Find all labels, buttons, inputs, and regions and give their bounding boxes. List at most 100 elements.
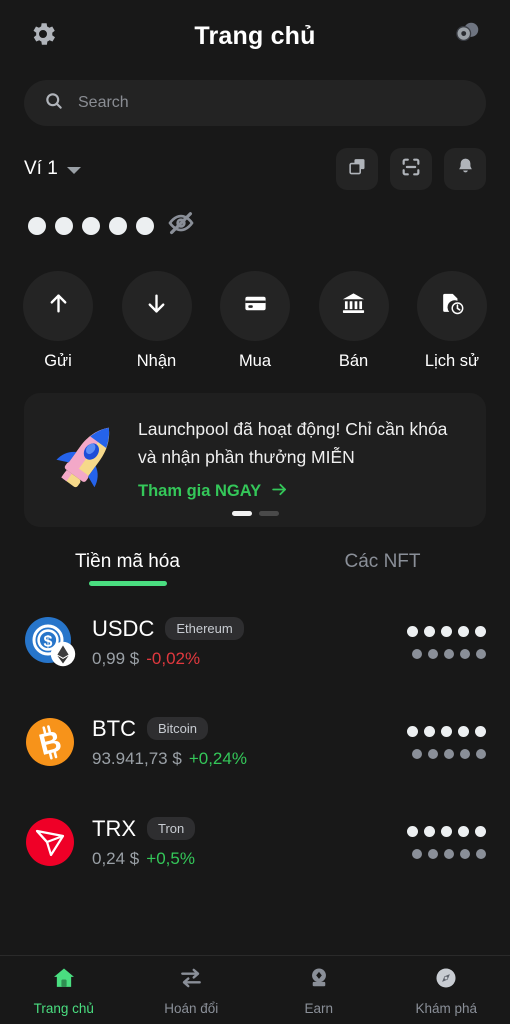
token-list: $ USDC Ethereum 0,99 $ -0,02% B BTC Bitc… bbox=[0, 592, 510, 955]
token-value-dots bbox=[412, 748, 486, 759]
tab-crypto[interactable]: Tiền mã hóa bbox=[0, 551, 255, 586]
promo-banner-body: Launchpool đã hoạt động! Chỉ cần khóa và… bbox=[132, 407, 468, 504]
copy-icon bbox=[347, 156, 368, 182]
wallet-selector[interactable]: Ví 1 bbox=[24, 158, 81, 180]
promo-cta-label: Tham gia NGAY bbox=[138, 482, 262, 501]
coins-button[interactable] bbox=[448, 17, 486, 55]
nav-discover-label: Khám phá bbox=[415, 1000, 478, 1016]
token-symbol: USDC bbox=[92, 615, 155, 641]
notifications-button[interactable] bbox=[444, 148, 486, 190]
tron-icon bbox=[24, 816, 76, 868]
token-amount-dots bbox=[407, 825, 486, 837]
promo-banner-section: Launchpool đã hoạt động! Chỉ cần khóa và… bbox=[0, 371, 510, 527]
wallet-bar: Ví 1 bbox=[0, 148, 510, 190]
asset-tabs: Tiền mã hóa Các NFT bbox=[0, 551, 510, 586]
settings-button[interactable] bbox=[24, 17, 62, 55]
search-icon bbox=[44, 91, 64, 116]
promo-banner-text: Launchpool đã hoạt động! Chỉ cần khóa và… bbox=[138, 419, 448, 468]
action-sell-label: Bán bbox=[338, 352, 369, 370]
table-row[interactable]: B BTC Bitcoin 93.941,73 $ +0,24% bbox=[0, 692, 510, 792]
table-row[interactable]: TRX Tron 0,24 $ +0,5% bbox=[0, 792, 510, 892]
bottom-navigation: Trang chủ Hoán đổi Earn Khám phá bbox=[0, 955, 510, 1024]
action-send-label: Gửi bbox=[44, 352, 72, 370]
token-amount-dots bbox=[407, 625, 486, 637]
action-buy-label: Mua bbox=[238, 352, 272, 370]
bank-icon bbox=[340, 290, 367, 322]
arrow-up-icon bbox=[45, 290, 72, 322]
swap-icon bbox=[178, 965, 204, 996]
token-network-chip: Ethereum bbox=[165, 617, 244, 640]
token-price: 93.941,73 $ bbox=[92, 748, 182, 768]
token-info: USDC Ethereum 0,99 $ -0,02% bbox=[92, 616, 391, 669]
arrow-down-icon bbox=[143, 290, 170, 322]
pagination-dot-2[interactable] bbox=[258, 511, 279, 516]
svg-text:$: $ bbox=[44, 634, 53, 651]
search-input[interactable]: Search bbox=[24, 80, 486, 126]
token-change: +0,5% bbox=[146, 848, 195, 868]
app-screen: Trang chủ Search Ví 1 Gửi Nhận Mua Bán L… bbox=[0, 0, 510, 1024]
nav-swap-label: Hoán đổi bbox=[164, 1000, 219, 1016]
action-receive[interactable]: Nhận bbox=[113, 271, 201, 371]
compass-icon bbox=[433, 965, 459, 996]
scan-qr-button[interactable] bbox=[390, 148, 432, 190]
tab-nft-label: Các NFT bbox=[344, 551, 421, 572]
token-price: 0,99 $ bbox=[92, 648, 140, 668]
credit-card-icon bbox=[242, 290, 269, 322]
token-change: +0,24% bbox=[188, 748, 247, 768]
usdc-icon: $ bbox=[24, 616, 76, 668]
action-history-label: Lịch sử bbox=[424, 352, 480, 370]
home-icon bbox=[51, 965, 77, 996]
token-change: -0,02% bbox=[146, 648, 201, 668]
token-info: TRX Tron 0,24 $ +0,5% bbox=[92, 816, 391, 869]
balance-display bbox=[0, 208, 510, 243]
nav-item-home[interactable]: Trang chủ bbox=[0, 956, 128, 1024]
bell-icon bbox=[455, 156, 476, 182]
page-title: Trang chủ bbox=[194, 21, 316, 50]
wallet-name-label: Ví 1 bbox=[24, 158, 58, 179]
pagination-dot-1[interactable] bbox=[231, 511, 252, 516]
action-receive-label: Nhận bbox=[136, 352, 177, 370]
app-header: Trang chủ bbox=[0, 0, 510, 72]
eye-off-icon[interactable] bbox=[166, 208, 196, 243]
gear-icon bbox=[28, 19, 58, 54]
arrow-right-icon bbox=[270, 480, 289, 504]
token-balance-hidden bbox=[407, 725, 486, 759]
tab-crypto-label: Tiền mã hóa bbox=[75, 551, 180, 572]
promo-banner[interactable]: Launchpool đã hoạt động! Chỉ cần khóa và… bbox=[24, 393, 486, 527]
search-placeholder: Search bbox=[78, 94, 129, 111]
nav-home-label: Trang chủ bbox=[33, 1000, 94, 1016]
promo-banner-cta[interactable]: Tham gia NGAY bbox=[138, 480, 468, 504]
nav-item-swap[interactable]: Hoán đổi bbox=[128, 956, 256, 1024]
token-value-dots bbox=[412, 648, 486, 659]
search-section: Search bbox=[0, 72, 510, 126]
promo-pagination bbox=[24, 511, 486, 516]
copy-address-button[interactable] bbox=[336, 148, 378, 190]
token-balance-hidden bbox=[407, 825, 486, 859]
table-row[interactable]: $ USDC Ethereum 0,99 $ -0,02% bbox=[0, 592, 510, 692]
token-symbol: BTC bbox=[92, 715, 136, 741]
history-icon bbox=[439, 290, 466, 322]
action-history[interactable]: Lịch sử bbox=[408, 271, 496, 371]
token-value-dots bbox=[412, 848, 486, 859]
quick-actions: Gửi Nhận Mua Bán Lịch sử bbox=[0, 271, 510, 371]
action-buy[interactable]: Mua bbox=[211, 271, 299, 371]
token-balance-hidden bbox=[407, 625, 486, 659]
tab-active-underline bbox=[88, 581, 167, 586]
action-sell[interactable]: Bán bbox=[310, 271, 398, 371]
bitcoin-icon: B bbox=[24, 716, 76, 768]
token-network-chip: Bitcoin bbox=[147, 717, 209, 740]
tab-nft[interactable]: Các NFT bbox=[255, 551, 510, 586]
nav-item-discover[interactable]: Khám phá bbox=[383, 956, 510, 1024]
coins-icon bbox=[452, 19, 482, 54]
nav-earn-label: Earn bbox=[304, 1000, 334, 1016]
scan-icon bbox=[400, 156, 422, 183]
rocket-icon bbox=[40, 413, 132, 505]
token-network-chip: Tron bbox=[147, 817, 196, 840]
earn-icon bbox=[306, 965, 332, 996]
action-send[interactable]: Gửi bbox=[14, 271, 102, 371]
token-amount-dots bbox=[407, 725, 486, 737]
chevron-down-icon bbox=[66, 167, 81, 174]
nav-item-earn[interactable]: Earn bbox=[255, 956, 383, 1024]
token-price: 0,24 $ bbox=[92, 848, 140, 868]
balance-hidden-dots bbox=[28, 216, 154, 235]
